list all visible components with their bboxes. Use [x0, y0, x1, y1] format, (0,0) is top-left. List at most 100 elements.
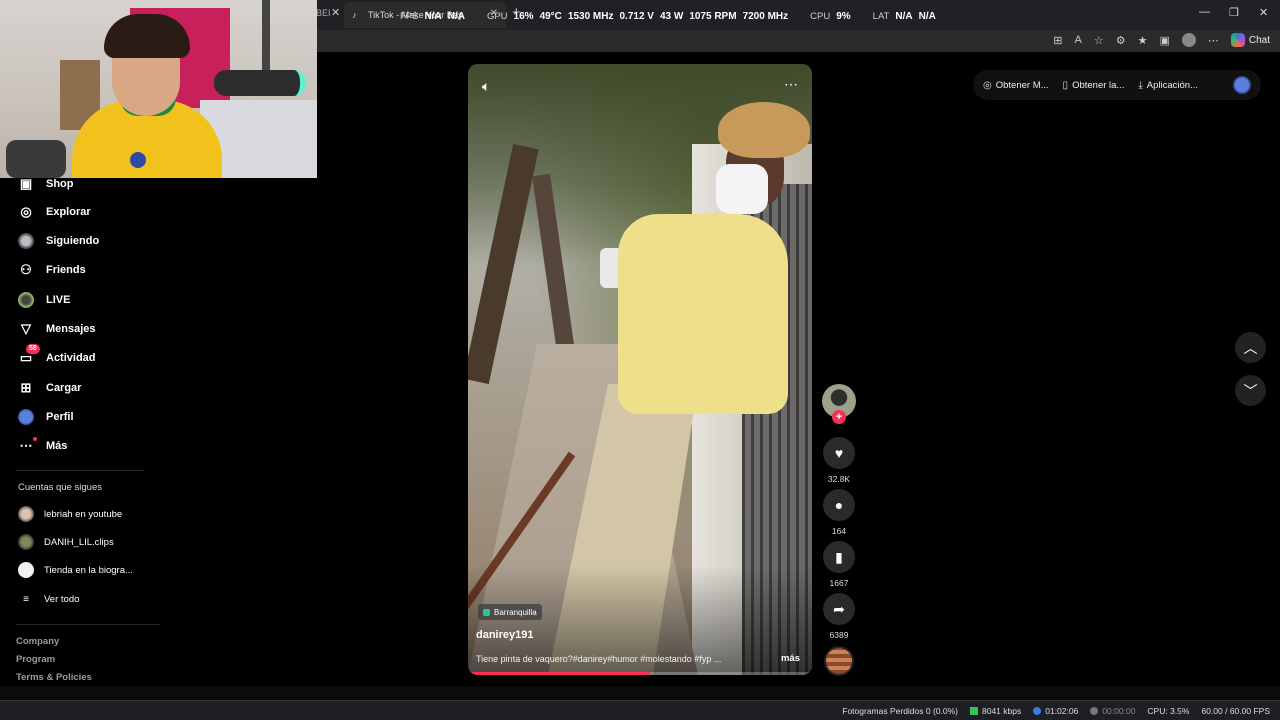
- volume-icon[interactable]: 🔈︎: [482, 78, 490, 95]
- extensions-icon[interactable]: ⚙: [1116, 34, 1126, 47]
- following-account[interactable]: lebriah en youtube: [18, 505, 122, 523]
- sidebar-item-live[interactable]: LIVE: [18, 290, 70, 310]
- save-count: 1667: [829, 578, 849, 588]
- previous-tab-label[interactable]: BEI: [316, 8, 331, 18]
- gpu-label: GPU: [486, 11, 508, 22]
- activity-badge: 58: [26, 344, 40, 354]
- get-coins-button[interactable]: ◎ Obtener M...: [983, 80, 1049, 91]
- copilot-chat-button[interactable]: Chat: [1230, 33, 1270, 47]
- follow-plus-icon[interactable]: +: [832, 410, 846, 424]
- rec-time-item: 00:00:00: [1090, 706, 1135, 716]
- get-coins-label: Obtener M...: [995, 79, 1049, 91]
- comment-button[interactable]: ●: [823, 489, 855, 521]
- video-actions: + ♥ 32.8K ● 164 ▮ 1667 ➦ 6389: [820, 384, 858, 680]
- friends-icon: ⚇: [20, 262, 32, 277]
- obs-status-bar: Fotogramas Perdidos 0 (0.0%) 8041 kbps 0…: [0, 700, 1280, 720]
- sidebar-item-perfil[interactable]: Perfil: [18, 407, 74, 427]
- footer-link-company[interactable]: Company: [16, 636, 59, 647]
- favorite-star-icon[interactable]: ☆: [1094, 34, 1104, 47]
- location-chip[interactable]: Barranquilla: [478, 604, 542, 620]
- previous-tab-close-icon[interactable]: ✕: [331, 6, 340, 19]
- sidebar-item-label: Friends: [46, 264, 86, 276]
- gpu-power: 43 W: [659, 11, 684, 22]
- fps-value-1: N/A: [424, 11, 442, 22]
- compass-icon: ◎: [20, 204, 32, 219]
- location-icon: [483, 608, 490, 616]
- video-username[interactable]: danirey191: [476, 629, 533, 641]
- cpu-usage-status: CPU: 3.5%: [1147, 705, 1190, 716]
- download-icon: ⤓: [1138, 79, 1143, 91]
- caption-more-button[interactable]: más: [781, 653, 800, 664]
- translate-icon[interactable]: A: [1075, 34, 1082, 46]
- music-disc[interactable]: [824, 646, 854, 676]
- copilot-icon: [1230, 33, 1245, 47]
- following-account[interactable]: Tienda en la biogra...: [18, 561, 133, 579]
- browser-menu-icon[interactable]: ⋯: [1208, 34, 1219, 47]
- sidebar-item-label: Explorar: [46, 206, 91, 218]
- live-avatar: [18, 292, 34, 308]
- shop-icon: ▣: [19, 176, 33, 191]
- sidebar-item-label: Perfil: [46, 411, 74, 423]
- close-window-icon[interactable]: ✕: [1259, 6, 1268, 19]
- collections-icon[interactable]: ▣: [1159, 34, 1169, 47]
- performance-overlay: FPS N/A N/A GPU 16% 49°C 1530 MHz 0.712 …: [400, 11, 936, 22]
- address-bar: ⊞ A ☆ ⚙ ★ ▣ ⋯ Chat: [316, 30, 1280, 52]
- favorites-icon[interactable]: ★: [1138, 34, 1148, 47]
- sidebar-item-label: Mensajes: [46, 323, 96, 335]
- like-button[interactable]: ♥: [823, 437, 855, 469]
- video-more-icon[interactable]: ⋯: [784, 76, 798, 93]
- restore-icon[interactable]: ❐: [1229, 6, 1239, 19]
- chevron-up-icon: ︿: [1243, 339, 1258, 356]
- footer-link-terms[interactable]: Terms & Policies: [16, 672, 92, 683]
- video-player[interactable]: 🔈︎ ⋯ Barranquilla danirey191 Tiene pinta…: [468, 64, 812, 675]
- chat-label: Chat: [1248, 34, 1270, 46]
- bitrate-item: 8041 kbps: [970, 706, 1021, 716]
- video-caption: Tiene pinta de vaquero?#danirey#humor #m…: [476, 654, 722, 664]
- gpu-temp: 49°C: [539, 11, 562, 22]
- signal-icon: [970, 706, 978, 715]
- user-avatar[interactable]: [1233, 76, 1251, 94]
- app-available-icon[interactable]: ⊞: [1053, 34, 1062, 47]
- sidebar-divider: [16, 624, 160, 625]
- share-button[interactable]: ➦: [823, 593, 855, 625]
- sidebar-item-label: Más: [46, 440, 68, 452]
- sidebar-item-actividad[interactable]: ▭ 58 Actividad: [18, 344, 96, 368]
- upload-icon: ⊞: [20, 380, 32, 395]
- sidebar-item-friends[interactable]: ⚇ Friends: [18, 260, 86, 280]
- sidebar-item-explorar[interactable]: ◎ Explorar: [18, 202, 91, 222]
- bitrate-value: 8041 kbps: [982, 705, 1022, 716]
- profile-avatar-icon[interactable]: [1181, 33, 1196, 47]
- toolbar-icons: ⊞ A ☆ ⚙ ★ ▣ ⋯ Chat: [1053, 33, 1270, 47]
- lat-value-2: N/A: [918, 11, 936, 22]
- video-progress-bar[interactable]: [468, 672, 812, 675]
- sidebar-item-siguiendo[interactable]: Siguiendo: [18, 231, 99, 251]
- sidebar-item-shop[interactable]: ▣ Shop: [18, 174, 74, 194]
- gpu-voltage: 0.712 V: [619, 11, 654, 22]
- lat-label: LAT: [872, 11, 890, 22]
- save-button[interactable]: ▮: [823, 541, 855, 573]
- following-account[interactable]: DANIH_LIL.clips: [18, 533, 114, 551]
- see-all-label: Ver todo: [44, 593, 80, 605]
- sidebar-item-label: Actividad: [46, 352, 96, 364]
- next-video-button[interactable]: ﹀: [1235, 375, 1266, 406]
- phone-icon: ▯: [1062, 79, 1069, 91]
- minimize-icon[interactable]: —: [1199, 6, 1210, 18]
- share-count: 6389: [829, 630, 849, 640]
- previous-video-button[interactable]: ︿: [1235, 332, 1266, 363]
- account-avatar: [18, 562, 34, 578]
- paper-plane-icon: ▽: [21, 321, 31, 336]
- see-all-link[interactable]: ≡ Ver todo: [18, 590, 79, 608]
- desktop-app-button[interactable]: ⤓ Aplicación...: [1138, 80, 1198, 91]
- record-icon: [1090, 706, 1099, 715]
- video-progress-fill: [468, 672, 651, 675]
- footer-link-program[interactable]: Program: [16, 654, 55, 665]
- sidebar-item-mensajes[interactable]: ▽ Mensajes: [18, 319, 96, 339]
- sidebar-divider: [16, 470, 144, 471]
- get-app-button[interactable]: ▯ Obtener la...: [1063, 80, 1125, 91]
- sidebar-item-cargar[interactable]: ⊞ Cargar: [18, 378, 82, 398]
- comment-icon: ●: [834, 497, 844, 513]
- dropped-frames: Fotogramas Perdidos 0 (0.0%): [842, 705, 958, 716]
- following-avatar: [18, 233, 34, 249]
- sidebar-item-mas[interactable]: ⋯ Más: [18, 436, 67, 456]
- top-actions-pill: ◎ Obtener M... ▯ Obtener la... ⤓ Aplicac…: [973, 70, 1261, 100]
